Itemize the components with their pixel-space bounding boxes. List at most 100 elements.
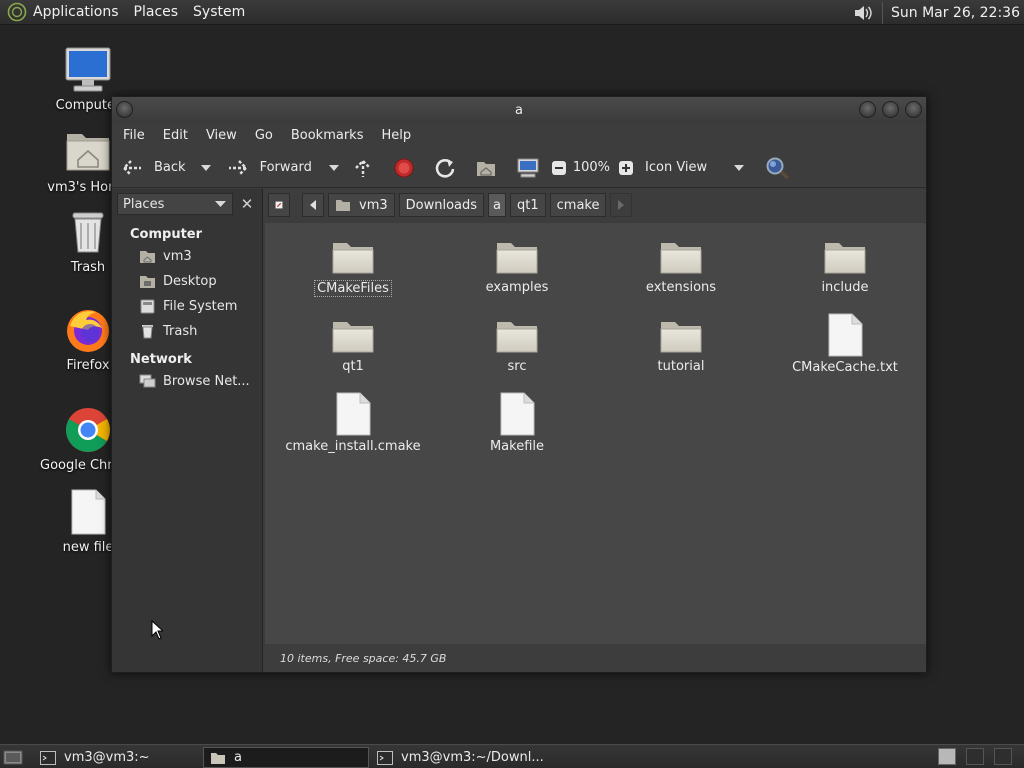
menu-help[interactable]: Help (374, 128, 418, 143)
file-item-file[interactable]: Makefile (442, 392, 592, 454)
menu-applications[interactable]: Applications (33, 4, 127, 20)
menu-places[interactable]: Places (134, 4, 187, 20)
file-item-folder[interactable]: qt1 (278, 316, 428, 374)
sidebar-item-desktop[interactable]: Desktop (112, 269, 262, 294)
file-icon (71, 489, 106, 535)
zoom-level: 100% (572, 160, 611, 175)
file-icon (826, 313, 864, 357)
file-item-folder[interactable]: examples (442, 237, 592, 295)
zoom-in-icon[interactable] (618, 160, 634, 176)
window-menu-button[interactable] (116, 101, 133, 118)
path-label: qt1 (517, 197, 539, 213)
file-item-file[interactable]: cmake_install.cmake (278, 392, 428, 454)
menu-file[interactable]: File (116, 128, 152, 143)
distro-logo-icon[interactable] (7, 2, 27, 22)
toggle-location-entry-button[interactable] (268, 193, 290, 217)
path-button-qt1[interactable]: qt1 (510, 193, 546, 217)
chevron-down-icon (215, 201, 226, 207)
path-label: cmake (556, 197, 600, 213)
file-icon (498, 392, 536, 436)
taskbar-item-terminal-downloads[interactable]: vm3@vm3:~/Downl... (371, 747, 561, 768)
file-item-folder[interactable]: extensions (606, 237, 756, 295)
path-scroll-right-button[interactable] (610, 193, 633, 217)
reload-icon[interactable] (434, 157, 456, 179)
sidebar-item-label: Trash (163, 324, 198, 339)
path-scroll-left-button[interactable] (302, 193, 324, 217)
file-item-file[interactable]: CMakeCache.txt (770, 313, 920, 375)
taskbar-item-terminal-home[interactable]: vm3@vm3:~ (34, 747, 198, 768)
zoom-out-icon[interactable] (551, 160, 567, 176)
back-history-dropdown-icon[interactable] (200, 163, 212, 173)
network-icon (139, 374, 156, 388)
sidebar-item-label: Desktop (163, 274, 217, 289)
back-button[interactable]: Back (120, 158, 186, 178)
sidebar-item-file-system[interactable]: File System (112, 294, 262, 319)
menu-system[interactable]: System (193, 4, 253, 20)
workspace-switcher-2[interactable] (966, 748, 984, 765)
close-sidebar-icon[interactable]: ✕ (236, 193, 258, 215)
file-item-folder[interactable]: tutorial (606, 316, 756, 374)
stop-icon[interactable] (393, 157, 415, 179)
view-mode-select[interactable]: Icon View (645, 160, 745, 175)
sidebar-selector-label: Places (123, 196, 165, 212)
menu-view[interactable]: View (199, 128, 244, 143)
file-item-folder[interactable]: CMakeFiles (278, 237, 428, 297)
volume-icon[interactable] (852, 3, 874, 23)
workspace-switcher-3[interactable] (994, 748, 1012, 765)
desktop-folder-icon (140, 276, 155, 288)
view-mode-label: Icon View (645, 160, 708, 175)
up-arrow-icon[interactable] (352, 157, 374, 179)
drive-icon (140, 299, 155, 314)
folder-icon (331, 237, 375, 277)
file-view[interactable]: CMakeFiles examples extensions include q… (265, 223, 926, 644)
clock[interactable]: Sun Mar 26, 22:36 (891, 5, 1020, 21)
show-desktop-icon[interactable] (3, 748, 23, 766)
taskbar-item-file-manager[interactable]: a (203, 747, 369, 768)
terminal-icon (377, 750, 393, 765)
home-icon[interactable] (475, 157, 497, 179)
minimize-button[interactable] (859, 101, 876, 118)
status-bar: 10 items, Free space: 45.7 GB (265, 644, 926, 672)
file-name: examples (485, 280, 549, 295)
window-titlebar[interactable]: a (112, 97, 926, 123)
mouse-cursor-icon (151, 620, 163, 640)
folder-icon (823, 237, 867, 277)
file-item-folder[interactable]: include (770, 237, 920, 295)
sidebar-item-browse-network[interactable]: Browse Net... (112, 369, 262, 394)
path-button-vm3[interactable]: vm3 (328, 193, 395, 217)
sidebar-item-vm3[interactable]: vm3 (112, 244, 262, 269)
computer-icon[interactable] (516, 157, 540, 179)
chevron-left-icon (310, 200, 316, 210)
window-title: a (515, 102, 523, 118)
search-icon[interactable] (765, 156, 791, 180)
path-button-downloads[interactable]: Downloads (398, 193, 485, 217)
trash-icon (142, 325, 153, 339)
menu-go[interactable]: Go (248, 128, 280, 143)
maximize-button[interactable] (882, 101, 899, 118)
close-button[interactable] (905, 101, 922, 118)
file-icon (334, 392, 372, 436)
forward-history-dropdown-icon[interactable] (328, 163, 340, 173)
folder-icon (495, 237, 539, 277)
sidebar-item-label: File System (163, 299, 238, 314)
sidebar-item-trash[interactable]: Trash (112, 319, 262, 344)
sidebar-selector[interactable]: Places (117, 193, 233, 215)
file-name: cmake_install.cmake (285, 439, 421, 454)
location-bar: vm3 Downloads a qt1 cmake (263, 189, 926, 221)
path-button-cmake[interactable]: cmake (549, 193, 607, 217)
forward-label: Forward (259, 160, 312, 175)
menu-edit[interactable]: Edit (156, 128, 195, 143)
forward-button[interactable]: Forward (226, 158, 312, 178)
chrome-icon (66, 408, 110, 452)
menu-bookmarks[interactable]: Bookmarks (284, 128, 371, 143)
path-label: Downloads (405, 197, 478, 213)
forward-arrow-icon (228, 159, 248, 176)
path-label: a (493, 197, 502, 213)
file-item-folder[interactable]: src (442, 316, 592, 374)
folder-icon (659, 316, 703, 356)
top-panel-tray: Sun Mar 26, 22:36 (852, 0, 1020, 25)
workspace-switcher-1[interactable] (938, 748, 956, 765)
path-button-a[interactable]: a (488, 193, 507, 217)
home-folder-icon (336, 200, 350, 211)
tray-separator (881, 1, 883, 24)
